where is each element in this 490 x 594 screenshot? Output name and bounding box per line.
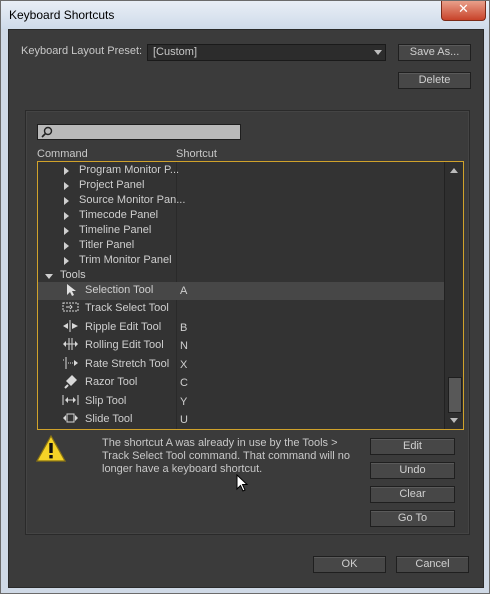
delete-button[interactable]: Delete (398, 72, 471, 89)
table-row[interactable]: Rolling Edit Tool N (38, 337, 444, 355)
command-label: Timeline Panel (79, 224, 152, 236)
vertical-scrollbar[interactable] (444, 162, 463, 429)
command-label: Slip Tool (85, 395, 127, 407)
search-icon (41, 126, 53, 138)
rolling-edit-tool-icon (62, 338, 79, 353)
table-row[interactable]: Slide Tool U (38, 411, 444, 429)
table-row[interactable]: Rate Stretch Tool X (38, 356, 444, 374)
table-row[interactable]: Track Select Tool (38, 300, 444, 318)
command-label: Ripple Edit Tool (85, 321, 162, 333)
ripple-edit-tool-icon (62, 320, 79, 335)
expand-icon[interactable] (64, 212, 69, 220)
conflict-message: The shortcut A was already in use by the… (102, 437, 351, 475)
command-label: Program Monitor P... (79, 164, 180, 176)
window-title: Keyboard Shortcuts (9, 8, 115, 22)
expand-icon[interactable] (64, 167, 69, 175)
command-label: Tools (60, 269, 86, 281)
expand-icon[interactable] (64, 257, 69, 265)
ok-button[interactable]: OK (313, 556, 386, 573)
dialog-body: Keyboard Layout Preset: [Custom] Save As… (8, 29, 484, 588)
scroll-down-icon[interactable] (450, 418, 458, 423)
table-row[interactable]: Ripple Edit Tool B (38, 319, 444, 337)
shortcut-value[interactable]: X (180, 359, 187, 371)
command-label: Rate Stretch Tool (85, 358, 170, 370)
preset-dropdown[interactable]: [Custom] (147, 44, 386, 61)
expand-icon[interactable] (64, 182, 69, 190)
command-label: Titler Panel (79, 239, 135, 251)
table-row[interactable]: Razor Tool C (38, 374, 444, 392)
preset-label: Keyboard Layout Preset: (21, 45, 143, 57)
title-bar[interactable]: Keyboard Shortcuts ✕ (1, 1, 489, 29)
column-header-command[interactable]: Command (37, 148, 88, 160)
command-rows: Program Monitor P... Project Panel Sourc… (38, 162, 444, 429)
track-select-tool-icon (62, 301, 79, 316)
command-list[interactable]: Program Monitor P... Project Panel Sourc… (37, 161, 464, 430)
rate-stretch-tool-icon (62, 357, 79, 372)
shortcut-value[interactable]: B (180, 322, 187, 334)
slip-tool-icon (62, 394, 79, 409)
collapse-icon[interactable] (45, 274, 53, 279)
table-row[interactable]: Slip Tool Y (38, 393, 444, 411)
shortcut-value[interactable]: Y (180, 396, 187, 408)
close-button[interactable]: ✕ (441, 1, 486, 21)
save-as-button[interactable]: Save As... (398, 44, 471, 61)
scroll-up-icon[interactable] (450, 168, 458, 173)
command-label: Track Select Tool (85, 302, 169, 314)
scrollbar-thumb[interactable] (448, 377, 462, 413)
command-label: Trim Monitor Panel (79, 254, 172, 266)
command-label: Timecode Panel (79, 209, 159, 221)
column-header-shortcut[interactable]: Shortcut (176, 148, 217, 160)
chevron-down-icon (374, 50, 382, 55)
expand-icon[interactable] (64, 242, 69, 250)
command-label: Selection Tool (85, 284, 154, 296)
go-to-button[interactable]: Go To (370, 510, 455, 527)
command-label: Project Panel (79, 179, 145, 191)
command-label: Rolling Edit Tool (85, 339, 164, 351)
cancel-button[interactable]: Cancel (396, 556, 469, 573)
clear-button[interactable]: Clear (370, 486, 455, 503)
expand-icon[interactable] (64, 227, 69, 235)
preset-value: [Custom] (153, 46, 198, 58)
search-input[interactable] (37, 124, 241, 140)
undo-button[interactable]: Undo (370, 462, 455, 479)
command-label: Source Monitor Pan... (79, 194, 186, 206)
shortcut-value[interactable]: A (180, 285, 187, 297)
shortcut-value[interactable]: C (180, 377, 188, 389)
command-label: Razor Tool (85, 376, 138, 388)
shortcut-value[interactable]: N (180, 340, 188, 352)
razor-tool-icon (62, 375, 79, 390)
warning-icon (36, 435, 66, 462)
edit-button[interactable]: Edit (370, 438, 455, 455)
command-label: Slide Tool (85, 413, 133, 425)
slide-tool-icon (62, 412, 79, 427)
table-row[interactable]: Selection Tool A (38, 282, 444, 300)
shortcut-value[interactable]: U (180, 414, 188, 426)
keyboard-shortcuts-window: Keyboard Shortcuts ✕ Keyboard Layout Pre… (0, 0, 490, 594)
selection-tool-icon (62, 283, 79, 298)
expand-icon[interactable] (64, 197, 69, 205)
mouse-cursor-icon (236, 474, 249, 492)
